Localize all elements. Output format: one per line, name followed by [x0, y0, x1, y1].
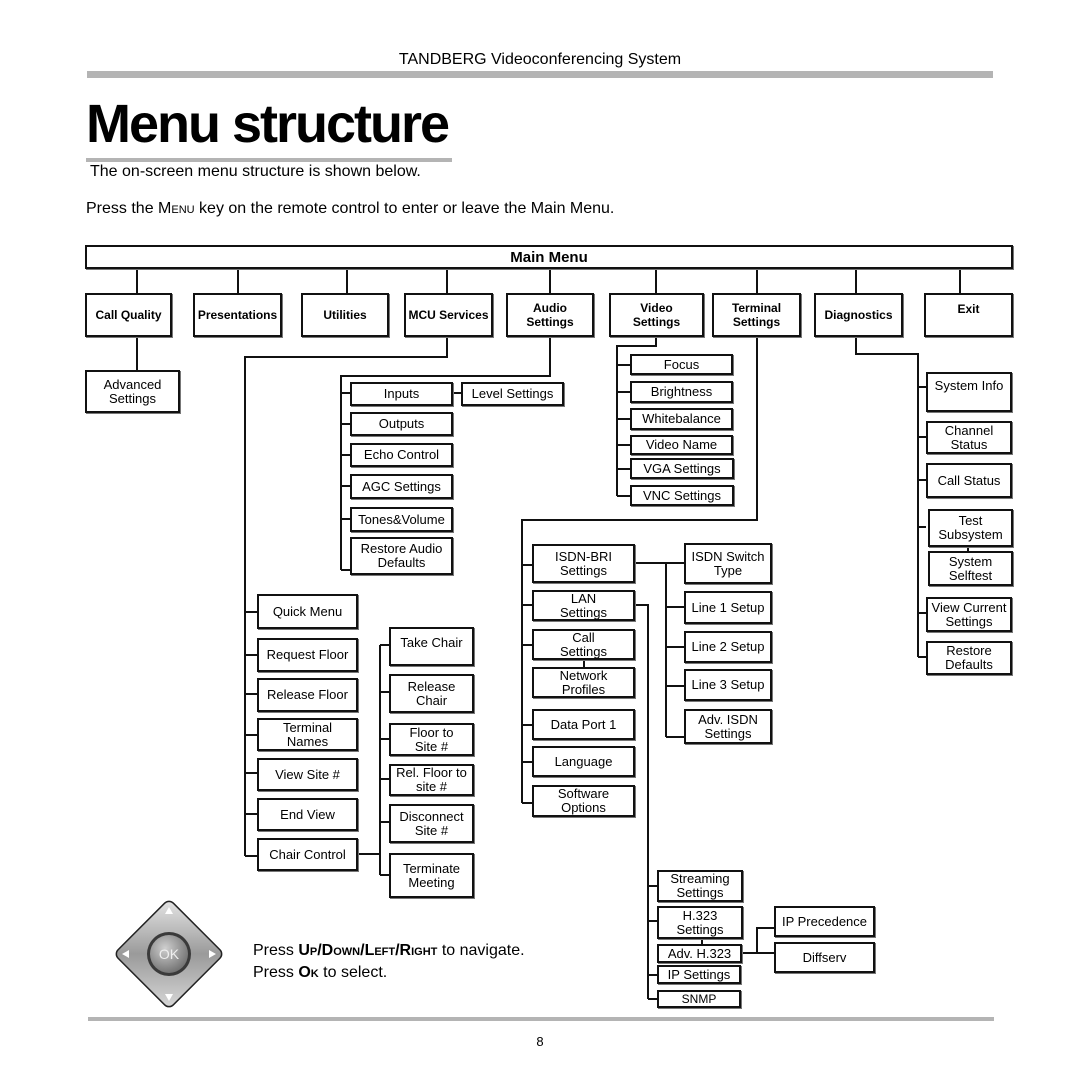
remote-dpad-icon: OK	[115, 900, 223, 1008]
submenu-whitebalance[interactable]: Whitebalance	[630, 408, 733, 430]
submenu-ip-precedence[interactable]: IP Precedence	[774, 906, 875, 937]
footer-rule	[88, 1017, 994, 1021]
submenu-terminate-meeting[interactable]: Terminate Meeting	[389, 853, 474, 898]
submenu-video-name[interactable]: Video Name	[630, 435, 733, 455]
submenu-request-floor[interactable]: Request Floor	[257, 638, 358, 672]
submenu-software-options[interactable]: Software Options	[532, 785, 635, 817]
direction-keys-label: Up/Down/Left/Right	[298, 942, 438, 959]
submenu-level-settings[interactable]: Level Settings	[461, 382, 564, 406]
submenu-line-2-setup[interactable]: Line 2 Setup	[684, 631, 772, 663]
submenu-isdn-bri-settings[interactable]: ISDN-BRI Settings	[532, 544, 635, 583]
instruction-text: to navigate.	[437, 942, 525, 959]
menu-item-call-quality[interactable]: Call Quality	[85, 293, 172, 337]
submenu-data-port-1[interactable]: Data Port 1	[532, 709, 635, 740]
navigate-instruction: Press Up/Down/Left/Right to navigate.	[253, 940, 525, 962]
submenu-adv-isdn-settings[interactable]: Adv. ISDN Settings	[684, 709, 772, 744]
submenu-line-3-setup[interactable]: Line 3 Setup	[684, 669, 772, 701]
instruction-text: Press	[253, 942, 299, 959]
main-menu-label: Main Menu	[510, 249, 588, 266]
submenu-system-info[interactable]: System Info	[926, 372, 1012, 412]
ok-button-label: OK	[159, 946, 180, 962]
submenu-call-status[interactable]: Call Status	[926, 463, 1012, 498]
submenu-focus[interactable]: Focus	[630, 354, 733, 375]
submenu-agc-settings[interactable]: AGC Settings	[350, 474, 453, 499]
menu-item-exit[interactable]: Exit	[924, 293, 1013, 337]
ok-key-label: Ok	[298, 964, 319, 981]
submenu-disconnect-site[interactable]: Disconnect Site #	[389, 804, 474, 843]
menu-item-video-settings[interactable]: Video Settings	[609, 293, 704, 337]
menu-item-audio-settings[interactable]: Audio Settings	[506, 293, 594, 337]
main-menu-bar[interactable]: Main Menu	[85, 245, 1013, 269]
submenu-brightness[interactable]: Brightness	[630, 381, 733, 403]
page-number: 8	[536, 1034, 544, 1049]
submenu-line-1-setup[interactable]: Line 1 Setup	[684, 591, 772, 624]
submenu-release-floor[interactable]: Release Floor	[257, 678, 358, 712]
submenu-network-profiles[interactable]: Network Profiles	[532, 667, 635, 698]
navigation-instructions: Press Up/Down/Left/Right to navigate. Pr…	[253, 940, 525, 984]
submenu-restore-audio-defaults[interactable]: Restore Audio Defaults	[350, 537, 453, 575]
submenu-diffserv[interactable]: Diffserv	[774, 942, 875, 973]
select-instruction: Press Ok to select.	[253, 962, 525, 984]
submenu-test-subsystem[interactable]: Test Subsystem	[928, 509, 1013, 547]
submenu-chair-control[interactable]: Chair Control	[257, 838, 358, 871]
submenu-terminal-names[interactable]: Terminal Names	[257, 718, 358, 751]
submenu-release-chair[interactable]: Release Chair	[389, 674, 474, 713]
instruction-text: to select.	[318, 964, 388, 981]
submenu-tones-volume[interactable]: Tones&Volume	[350, 507, 453, 532]
submenu-end-view[interactable]: End View	[257, 798, 358, 831]
menu-item-diagnostics[interactable]: Diagnostics	[814, 293, 903, 337]
submenu-language[interactable]: Language	[532, 746, 635, 777]
submenu-isdn-switch-type[interactable]: ISDN Switch Type	[684, 543, 772, 584]
submenu-outputs[interactable]: Outputs	[350, 412, 453, 436]
instruction-text: Press	[253, 964, 299, 981]
submenu-system-selftest[interactable]: System Selftest	[928, 551, 1013, 586]
submenu-floor-to-site[interactable]: Floor to Site #	[389, 723, 474, 756]
submenu-view-current-settings[interactable]: View Current Settings	[926, 597, 1012, 632]
submenu-adv-h323[interactable]: Adv. H.323	[657, 944, 742, 963]
submenu-channel-status[interactable]: Channel Status	[926, 421, 1012, 454]
submenu-lan-settings[interactable]: LAN Settings	[532, 590, 635, 621]
submenu-view-site[interactable]: View Site #	[257, 758, 358, 791]
submenu-echo-control[interactable]: Echo Control	[350, 443, 453, 467]
submenu-ip-settings[interactable]: IP Settings	[657, 965, 741, 984]
menu-item-utilities[interactable]: Utilities	[301, 293, 389, 337]
submenu-call-settings[interactable]: Call Settings	[532, 629, 635, 660]
submenu-streaming-settings[interactable]: Streaming Settings	[657, 870, 743, 902]
menu-item-mcu-services[interactable]: MCU Services	[404, 293, 493, 337]
submenu-take-chair[interactable]: Take Chair	[389, 627, 474, 666]
menu-item-terminal-settings[interactable]: Terminal Settings	[712, 293, 801, 337]
submenu-h323-settings[interactable]: H.323 Settings	[657, 906, 743, 939]
menu-item-presentations[interactable]: Presentations	[193, 293, 282, 337]
submenu-inputs[interactable]: Inputs	[350, 382, 453, 406]
submenu-vnc-settings[interactable]: VNC Settings	[630, 485, 734, 506]
submenu-snmp[interactable]: SNMP	[657, 990, 741, 1008]
submenu-restore-defaults[interactable]: Restore Defaults	[926, 641, 1012, 675]
submenu-rel-floor-to-site[interactable]: Rel. Floor to site #	[389, 764, 474, 796]
submenu-advanced-settings[interactable]: Advanced Settings	[85, 370, 180, 413]
submenu-quick-menu[interactable]: Quick Menu	[257, 594, 358, 629]
submenu-vga-settings[interactable]: VGA Settings	[630, 458, 734, 479]
